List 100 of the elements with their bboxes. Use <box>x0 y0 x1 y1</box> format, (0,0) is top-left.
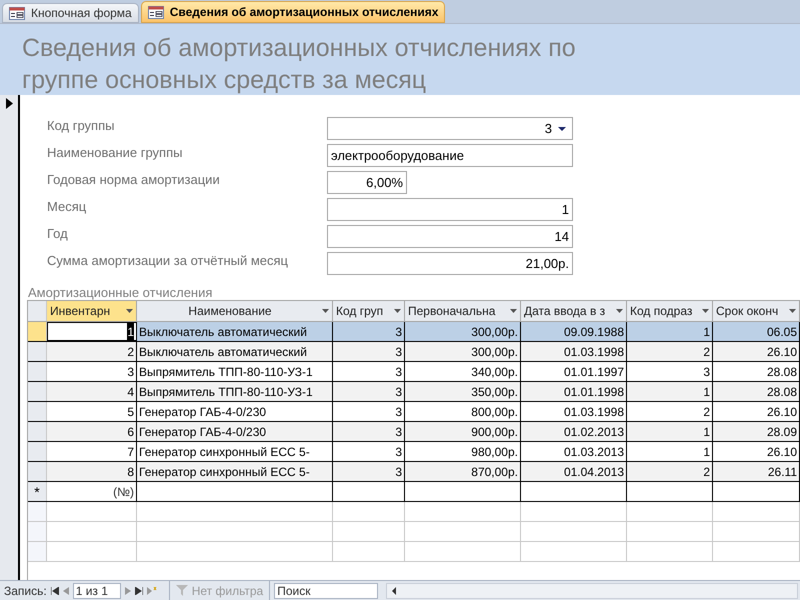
table-cell: 8 <box>47 462 137 481</box>
sort-caret-icon <box>126 309 133 313</box>
table-cell: 09.09.1988 <box>521 322 627 341</box>
table-cell: 1 <box>627 442 713 461</box>
field-label: Годовая норма амортизации <box>47 171 221 190</box>
form-field[interactable]: 14 <box>327 225 573 248</box>
new-record-icon[interactable] <box>146 586 157 594</box>
table-cell: 28.08 <box>713 382 800 401</box>
column-header[interactable]: Дата ввода в з <box>521 301 627 321</box>
table-cell: 2 <box>627 462 713 481</box>
document-tab[interactable]: Сведения об амортизационных отчислениях <box>140 1 446 23</box>
table-cell: 01.01.1997 <box>521 362 627 381</box>
column-header[interactable]: Код груп <box>333 301 405 321</box>
row-selector[interactable] <box>28 442 47 461</box>
horizontal-scrollbar[interactable] <box>386 582 798 598</box>
table-cell: 26.10 <box>713 342 800 361</box>
table-cell: Выпрямитель ТПП-80-110-УЗ-1 <box>137 382 333 401</box>
next-record-icon[interactable] <box>124 586 131 594</box>
table-cell: 3 <box>47 362 137 381</box>
table-cell: 3 <box>333 322 405 341</box>
table-cell: 300,00р. <box>405 322 521 341</box>
form-field[interactable]: 21,00р. <box>327 252 573 275</box>
sort-caret-icon <box>394 309 401 313</box>
table-cell: 2 <box>47 342 137 361</box>
table-cell: 3 <box>333 442 405 461</box>
column-header[interactable]: Инвентарн <box>47 301 137 321</box>
table-cell: Генератор синхронный ЕСС 5- <box>137 442 333 461</box>
current-record-icon <box>6 98 12 109</box>
table-cell: 1 <box>627 382 713 401</box>
form-field[interactable]: электрооборудование <box>327 144 573 167</box>
table-cell: 01.03.1998 <box>521 342 627 361</box>
filter-icon[interactable] <box>176 585 188 596</box>
previous-record-icon[interactable] <box>62 586 69 594</box>
record-label: Запись: <box>4 582 47 600</box>
table-cell: 3 <box>333 422 405 441</box>
sort-caret-icon <box>702 309 709 313</box>
table-cell: 26.10 <box>713 442 800 461</box>
subform-label: Амортизационные отчисления <box>28 286 214 300</box>
table-cell: 1 <box>47 322 137 341</box>
table-cell: 26.11 <box>713 462 800 481</box>
table-cell: 3 <box>333 382 405 401</box>
row-selector[interactable] <box>28 342 47 361</box>
field-label: Код группы <box>47 117 116 136</box>
table-cell: 01.04.2013 <box>521 462 627 481</box>
row-selector[interactable] <box>28 422 47 441</box>
table-cell: 980,00р. <box>405 442 521 461</box>
table-cell: 2 <box>627 342 713 361</box>
table-cell: 3 <box>333 402 405 421</box>
table-cell: 3 <box>627 362 713 381</box>
table-cell: Выключатель автоматический <box>137 342 333 361</box>
form-icon <box>148 6 164 18</box>
form-title: Сведения об амортизационных отчислениях по группе основных средств за месяц <box>22 33 577 96</box>
table-cell: Выключатель автоматический <box>137 322 333 341</box>
row-selector[interactable] <box>28 362 47 381</box>
record-position-field[interactable]: 1 из 1 <box>72 582 121 598</box>
record-selector[interactable] <box>0 95 20 580</box>
table-cell: 6 <box>47 422 137 441</box>
sort-caret-icon <box>322 309 329 313</box>
sort-caret-icon <box>616 309 623 313</box>
new-record-selector[interactable]: * <box>28 482 47 501</box>
table-cell: 1 <box>627 322 713 341</box>
column-header[interactable]: Код подраз <box>627 301 713 321</box>
table-cell: 2 <box>627 402 713 421</box>
column-header[interactable]: Первоначальна <box>405 301 521 321</box>
table-cell: 350,00р. <box>405 382 521 401</box>
column-header[interactable]: Срок оконч <box>713 301 800 321</box>
table-cell: 5 <box>47 402 137 421</box>
table-cell: 3 <box>333 362 405 381</box>
document-tab[interactable]: Кнопочная форма <box>2 3 139 23</box>
table-cell: 1 <box>627 422 713 441</box>
group-code-combobox[interactable]: 3 <box>327 117 573 140</box>
row-selector[interactable] <box>28 462 47 481</box>
table-cell: 01.01.1998 <box>521 382 627 401</box>
row-selector[interactable] <box>28 402 47 421</box>
field-label: Год <box>47 225 69 244</box>
first-record-icon[interactable] <box>50 586 59 594</box>
table-cell: 28.08 <box>713 362 800 381</box>
table-cell: 3 <box>333 342 405 361</box>
sort-caret-icon <box>789 309 796 313</box>
dropdown-caret-icon <box>558 126 566 130</box>
table-cell: 06.05 <box>713 322 800 341</box>
search-field[interactable]: Поиск <box>274 582 378 598</box>
table-cell: Выпрямитель ТПП-80-110-УЗ-1 <box>137 362 333 381</box>
field-label: Месяц <box>47 198 88 216</box>
form-field[interactable]: 1 <box>327 198 573 221</box>
form-field[interactable]: 6,00% <box>327 171 407 194</box>
table-cell: 900,00р. <box>405 422 521 441</box>
last-record-icon[interactable] <box>134 586 143 594</box>
table-cell: Генератор ГАБ-4-0/230 <box>137 422 333 441</box>
table-cell: 4 <box>47 382 137 401</box>
column-header[interactable]: Наименование <box>137 301 333 321</box>
table-cell: 870,00р. <box>405 462 521 481</box>
table-cell: 26.10 <box>713 402 800 421</box>
row-selector[interactable] <box>28 382 47 401</box>
table-cell: 3 <box>333 462 405 481</box>
field-label: Сумма амортизации за отчётный месяц <box>47 252 289 270</box>
row-selector[interactable] <box>28 322 47 341</box>
sort-caret-icon <box>510 309 517 313</box>
table-cell: 340,00р. <box>405 362 521 381</box>
table-cell: Генератор синхронный ЕСС 5- <box>137 462 333 481</box>
